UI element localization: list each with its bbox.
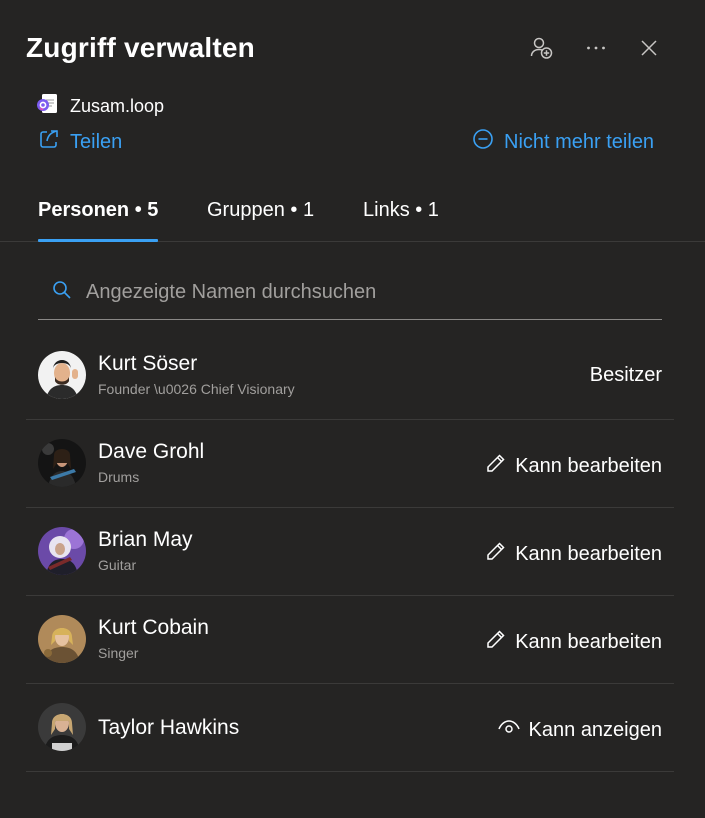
permission-edit-button[interactable]: Kann bearbeiten bbox=[485, 540, 662, 568]
stop-sharing-button[interactable]: Nicht mehr teilen bbox=[472, 128, 654, 156]
tab-people[interactable]: Personen • 5 bbox=[38, 190, 159, 242]
avatar bbox=[38, 615, 86, 663]
eye-icon bbox=[497, 716, 521, 744]
person-role: Founder \u0026 Chief Visionary bbox=[98, 381, 295, 397]
pencil-icon bbox=[485, 628, 507, 656]
permission-label: Kann bearbeiten bbox=[515, 630, 662, 653]
avatar bbox=[38, 527, 86, 575]
permission-view-button[interactable]: Kann anzeigen bbox=[497, 716, 662, 744]
permission-edit-button[interactable]: Kann bearbeiten bbox=[485, 452, 662, 480]
file-name: Zusam.loop bbox=[70, 96, 165, 116]
person-role: Drums bbox=[98, 469, 140, 485]
share-button[interactable]: Teilen bbox=[38, 128, 122, 156]
stop-sharing-label: Nicht mehr teilen bbox=[504, 130, 655, 153]
pencil-icon bbox=[485, 540, 507, 568]
tab-bar: Personen • 5 Gruppen • 1 Links • 1 bbox=[0, 190, 705, 242]
permission-edit-button[interactable]: Kann bearbeiten bbox=[485, 628, 662, 656]
tab-links[interactable]: Links • 1 bbox=[363, 190, 439, 241]
more-icon bbox=[584, 36, 608, 60]
person-role: Guitar bbox=[98, 557, 137, 573]
close-icon bbox=[639, 38, 659, 58]
minus-circle-icon bbox=[472, 128, 494, 156]
permission-label: Kann bearbeiten bbox=[515, 454, 662, 477]
close-button[interactable] bbox=[633, 32, 665, 64]
person-name: Dave Grohl bbox=[98, 440, 205, 463]
person-name: Kurt Söser bbox=[98, 352, 198, 375]
search-icon bbox=[52, 280, 72, 305]
avatar bbox=[38, 703, 86, 751]
add-person-button[interactable] bbox=[525, 32, 557, 64]
person-name: Taylor Hawkins bbox=[98, 716, 240, 739]
permission-owner: Besitzer bbox=[590, 364, 662, 387]
search-box bbox=[38, 266, 662, 320]
panel-title: Zugriff verwalten bbox=[26, 32, 255, 63]
share-icon bbox=[38, 128, 60, 156]
pencil-icon bbox=[485, 452, 507, 480]
person-name: Brian May bbox=[98, 528, 193, 551]
permission-label: Kann bearbeiten bbox=[515, 542, 662, 565]
people-list: Kurt Söser Founder \u0026 Chief Visionar… bbox=[26, 332, 674, 772]
share-label: Teilen bbox=[70, 130, 123, 153]
list-item[interactable]: Dave Grohl Drums Kann bearbeiten bbox=[26, 420, 674, 508]
list-item[interactable]: Taylor Hawkins Kann anzeigen bbox=[26, 684, 674, 772]
list-item[interactable]: Kurt Cobain Singer Kann bearbeiten bbox=[26, 596, 674, 684]
tab-groups[interactable]: Gruppen • 1 bbox=[207, 190, 314, 241]
person-role: Singer bbox=[98, 645, 139, 661]
avatar bbox=[38, 351, 86, 399]
loop-file-icon bbox=[36, 92, 60, 121]
list-item[interactable]: Kurt Söser Founder \u0026 Chief Visionar… bbox=[26, 332, 674, 420]
permission-label: Kann anzeigen bbox=[528, 718, 662, 741]
avatar bbox=[38, 439, 86, 487]
file-info: Zusam.loop bbox=[36, 92, 164, 121]
list-item[interactable]: Brian May Guitar Kann bearbeiten bbox=[26, 508, 674, 596]
manage-access-panel: Zugriff verwalten Zusam.loop Teilen Nich… bbox=[0, 0, 705, 818]
permission-label: Besitzer bbox=[589, 364, 662, 386]
search-input[interactable] bbox=[86, 281, 626, 304]
more-options-button[interactable] bbox=[580, 32, 612, 64]
person-name: Kurt Cobain bbox=[98, 616, 209, 639]
add-person-icon bbox=[528, 35, 554, 61]
